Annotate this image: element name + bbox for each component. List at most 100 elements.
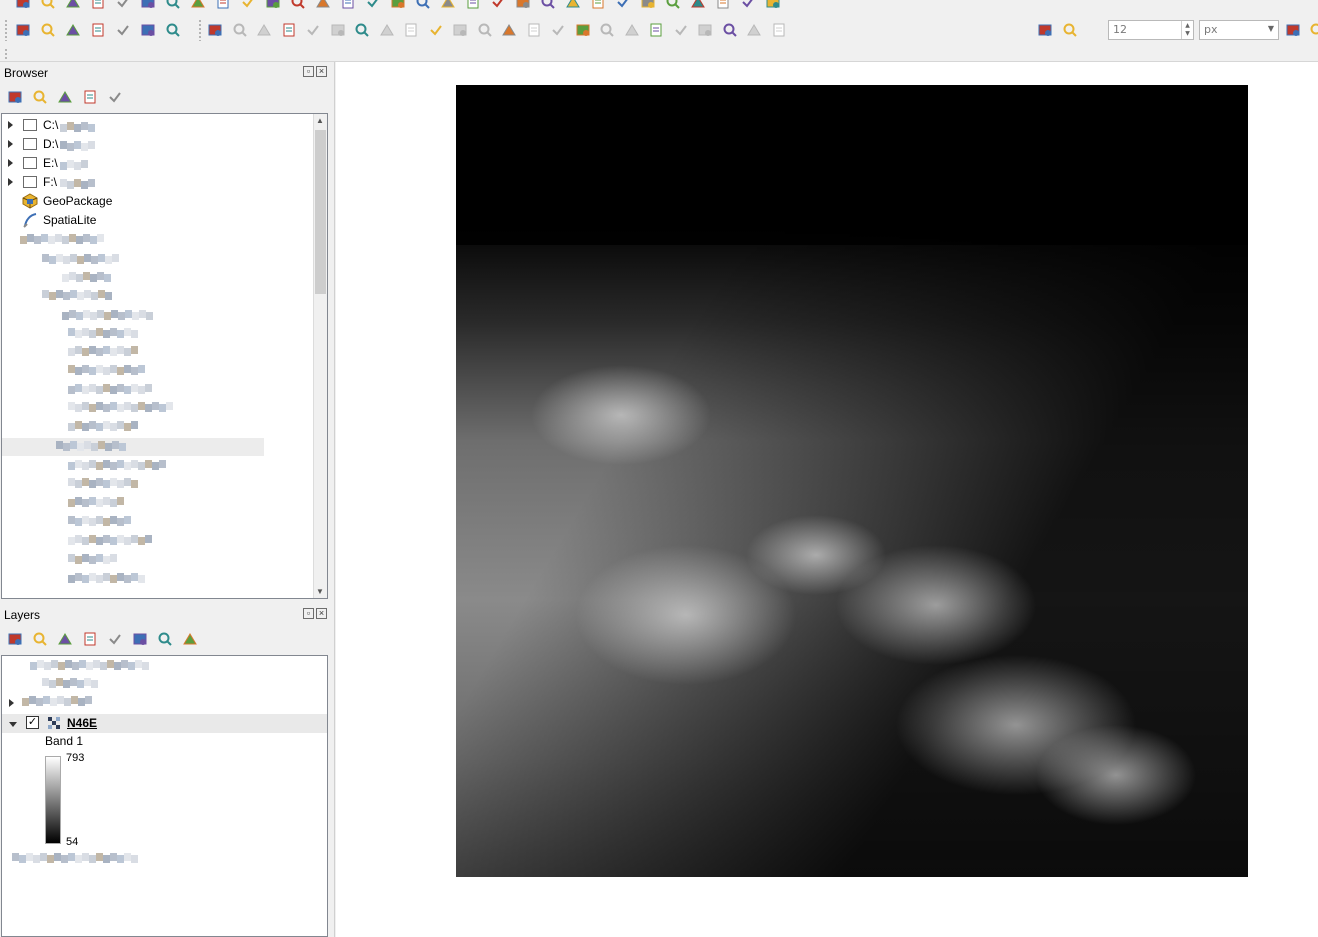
deselect-icon[interactable] (564, 0, 582, 11)
remove-layer-icon[interactable] (181, 630, 199, 648)
measure-icon[interactable] (664, 0, 682, 11)
scroll-up-icon[interactable]: ▲ (316, 116, 324, 125)
split-parts-icon[interactable] (672, 21, 690, 39)
rotate-point-symbols-icon[interactable] (745, 21, 763, 39)
statistics-icon[interactable] (639, 0, 657, 11)
reshape-icon[interactable] (598, 21, 616, 39)
toolbar-grip[interactable] (4, 48, 8, 60)
browser-item[interactable]: F:\ (2, 173, 314, 192)
expand-icon[interactable] (8, 178, 13, 186)
plugins-icon[interactable] (764, 0, 782, 11)
delete-part-icon[interactable] (574, 21, 592, 39)
current-edits-icon[interactable] (206, 21, 224, 39)
add-spatialite-icon[interactable] (89, 21, 107, 39)
float-panel-icon[interactable]: ▫ (303, 608, 314, 619)
attribute-table-icon[interactable] (589, 0, 607, 11)
browser-tree[interactable]: C:\ D:\ E:\ F:\ GeoPackage SpatiaLite ▲ ▼ (1, 113, 328, 599)
browser-item[interactable]: E:\ (2, 154, 314, 173)
split-features-icon[interactable] (647, 21, 665, 39)
label-pin-icon[interactable] (1284, 21, 1302, 39)
expand-icon[interactable] (8, 121, 13, 129)
merge-attributes-icon[interactable] (721, 21, 739, 39)
add-raster-layer-icon[interactable] (39, 21, 57, 39)
copy-features-icon[interactable] (378, 21, 396, 39)
browser-item[interactable]: D:\ (2, 135, 314, 154)
toolbar-grip[interactable] (198, 19, 202, 41)
map-tips-icon[interactable] (714, 0, 732, 11)
browser-item[interactable]: SpatiaLite (2, 211, 314, 230)
show-bookmarks-icon[interactable] (439, 0, 457, 11)
pan-icon[interactable] (164, 0, 182, 11)
redo-icon[interactable] (451, 21, 469, 39)
select-icon[interactable] (539, 0, 557, 11)
browser-item[interactable]: GeoPackage (2, 192, 314, 211)
layer-visibility-checkbox[interactable]: ✓ (26, 716, 39, 729)
pan-to-selection-icon[interactable] (189, 0, 207, 11)
filter-browser-icon[interactable] (56, 88, 74, 106)
zoom-in-icon[interactable] (214, 0, 232, 11)
save-project-icon[interactable] (64, 0, 82, 11)
merge-features-icon[interactable] (696, 21, 714, 39)
zoom-next-icon[interactable] (389, 0, 407, 11)
properties-info-icon[interactable] (106, 88, 124, 106)
filter-by-expression-icon[interactable] (106, 630, 124, 648)
digitize-icon[interactable] (280, 21, 298, 39)
open-styling-panel-icon[interactable] (6, 630, 24, 648)
offset-curve-icon[interactable] (623, 21, 641, 39)
scroll-down-icon[interactable]: ▼ (316, 587, 324, 596)
map-canvas[interactable] (336, 62, 1318, 937)
add-virtual-layer-icon[interactable] (114, 21, 132, 39)
collapse-layer-icon[interactable] (9, 722, 17, 727)
add-wms-icon[interactable] (139, 21, 157, 39)
add-part-icon[interactable] (500, 21, 518, 39)
undo-icon[interactable] (427, 21, 445, 39)
open-project-icon[interactable] (39, 0, 57, 11)
float-panel-icon[interactable]: ▫ (303, 66, 314, 77)
new-project-icon[interactable] (14, 0, 32, 11)
font-size-spinbox[interactable]: 12 ▲ ▼ (1108, 20, 1194, 40)
browser-scrollbar[interactable]: ▲ ▼ (313, 114, 327, 598)
tracing-icon[interactable] (1061, 21, 1079, 39)
add-ring-icon[interactable] (476, 21, 494, 39)
add-vector-layer-icon[interactable] (14, 21, 32, 39)
font-unit-select[interactable]: px ▼ (1199, 20, 1279, 40)
add-wfs-icon[interactable] (164, 21, 182, 39)
layout-manager-icon[interactable] (139, 0, 157, 11)
zoom-full-icon[interactable] (264, 0, 282, 11)
toolbar-grip[interactable] (4, 19, 8, 41)
refresh-icon[interactable] (489, 0, 507, 11)
collapse-all-icon[interactable] (81, 88, 99, 106)
expand-all-icon[interactable] (131, 630, 149, 648)
add-selected-layers-icon[interactable] (6, 88, 24, 106)
identify-icon[interactable] (514, 0, 532, 11)
add-group-icon[interactable] (31, 630, 49, 648)
annotation-icon[interactable] (689, 0, 707, 11)
new-bookmark-icon[interactable] (414, 0, 432, 11)
zoom-last-icon[interactable] (364, 0, 382, 11)
label-show-icon[interactable] (1308, 21, 1318, 39)
python-icon[interactable] (739, 0, 757, 11)
browser-item[interactable]: C:\ (2, 116, 314, 135)
filter-legend-icon[interactable] (81, 630, 99, 648)
toggle-editing-icon[interactable] (231, 21, 249, 39)
scroll-thumb[interactable] (315, 130, 326, 294)
zoom-out-icon[interactable] (239, 0, 257, 11)
fill-ring-icon[interactable] (525, 21, 543, 39)
cut-features-icon[interactable] (353, 21, 371, 39)
temporal-icon[interactable] (464, 0, 482, 11)
layer-row-active[interactable]: ✓ N46E (2, 714, 327, 733)
save-edits-icon[interactable] (255, 21, 273, 39)
vertex-tool-icon[interactable] (304, 21, 322, 39)
refresh-icon[interactable] (31, 88, 49, 106)
field-calculator-icon[interactable] (614, 0, 632, 11)
expand-icon[interactable] (8, 140, 13, 148)
manage-visibility-icon[interactable] (56, 630, 74, 648)
offset-point-symbols-icon[interactable] (770, 21, 788, 39)
add-delimited-text-icon[interactable] (64, 21, 82, 39)
close-panel-icon[interactable]: × (316, 608, 327, 619)
zoom-layer-icon[interactable] (314, 0, 332, 11)
delete-selected-icon[interactable] (329, 21, 347, 39)
spin-arrows-icon[interactable]: ▲ ▼ (1181, 21, 1193, 39)
paste-features-icon[interactable] (402, 21, 420, 39)
expand-icon[interactable] (9, 699, 14, 707)
